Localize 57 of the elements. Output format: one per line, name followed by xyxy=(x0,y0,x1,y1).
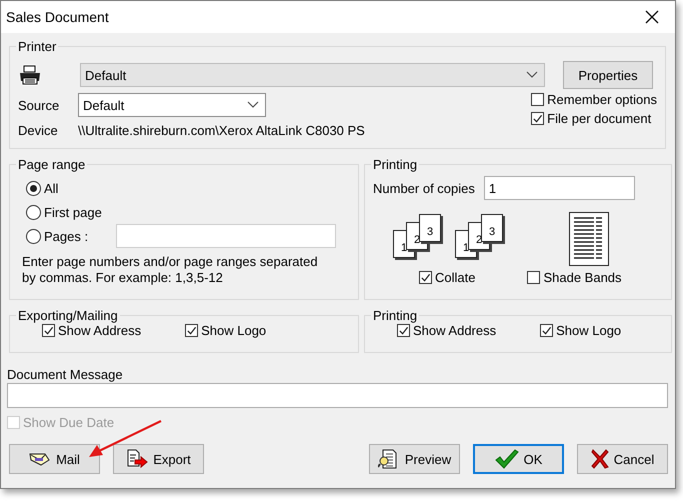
group-title: Printing xyxy=(372,308,418,323)
checkbox[interactable] xyxy=(419,271,432,284)
pages-field[interactable] xyxy=(116,224,336,248)
device-path: \\Ultralite.shireburn.com\Xerox AltaLink C8030 PS xyxy=(78,123,365,138)
checkmark-icon xyxy=(494,449,519,469)
radio-label: First page xyxy=(44,204,102,220)
checkbox[interactable] xyxy=(42,324,55,337)
preview-button[interactable]: Preview xyxy=(369,444,460,474)
checkbox[interactable] xyxy=(397,324,410,337)
copies-field[interactable]: 1 xyxy=(484,176,635,200)
hint-text: Enter page numbers and/or page ranges separated by commas. For example: 1,3,5-12 xyxy=(22,254,319,286)
group-title: Printing xyxy=(372,157,418,172)
envelope-icon xyxy=(29,452,52,466)
message-label: Document Message xyxy=(7,367,124,382)
shade-bands-icon xyxy=(569,212,609,266)
checkbox[interactable] xyxy=(527,271,540,284)
printer-icon xyxy=(18,65,42,85)
mail-button[interactable]: Mail xyxy=(9,444,100,474)
properties-button[interactable]: Properties xyxy=(563,61,653,89)
radio-button[interactable] xyxy=(26,180,41,196)
checkbox-label: Shade Bands xyxy=(543,270,622,285)
source-dropdown[interactable]: Default xyxy=(78,93,266,117)
group-title: Printer xyxy=(17,39,58,54)
chevron-down-icon xyxy=(247,101,259,109)
copies-label: Number of copies xyxy=(373,180,475,196)
page-sheet: 3 xyxy=(481,214,503,242)
checkbox-label: Show Due Date xyxy=(23,415,114,430)
export-button[interactable]: Export xyxy=(113,444,204,474)
radio-label: Pages : xyxy=(44,228,88,244)
chevron-down-icon xyxy=(526,71,538,79)
cross-icon xyxy=(590,449,609,469)
checkbox-label: Show Address xyxy=(413,323,496,338)
group-title: Exporting/Mailing xyxy=(17,308,119,323)
group-title: Page range xyxy=(17,157,86,172)
cancel-button[interactable]: Cancel xyxy=(577,444,668,474)
page-sheet: 3 xyxy=(419,214,441,242)
printer-dropdown[interactable]: Default xyxy=(80,63,545,87)
checkbox[interactable] xyxy=(531,112,544,125)
radio-button[interactable] xyxy=(26,204,41,220)
source-label: Source xyxy=(18,98,60,112)
radio-button[interactable] xyxy=(26,228,41,244)
export-icon xyxy=(126,449,148,469)
checkbox-label: Remember options xyxy=(547,92,657,107)
checkbox[interactable] xyxy=(540,324,554,337)
device-label: Device xyxy=(18,123,59,138)
checkbox-label: Show Logo xyxy=(556,323,622,338)
close-icon[interactable] xyxy=(645,10,659,24)
window-title: Sales Document xyxy=(6,9,109,25)
checkbox[interactable] xyxy=(531,93,544,106)
ok-button[interactable]: OK xyxy=(473,444,564,474)
checkbox[interactable] xyxy=(185,324,198,337)
checkbox-label: File per document xyxy=(547,111,652,126)
checkbox-label: Show Logo xyxy=(201,323,266,338)
message-field[interactable] xyxy=(7,383,668,408)
radio-label: All xyxy=(44,180,58,196)
checkbox-label: Collate xyxy=(435,270,476,285)
checkbox-label: Show Address xyxy=(58,323,142,338)
